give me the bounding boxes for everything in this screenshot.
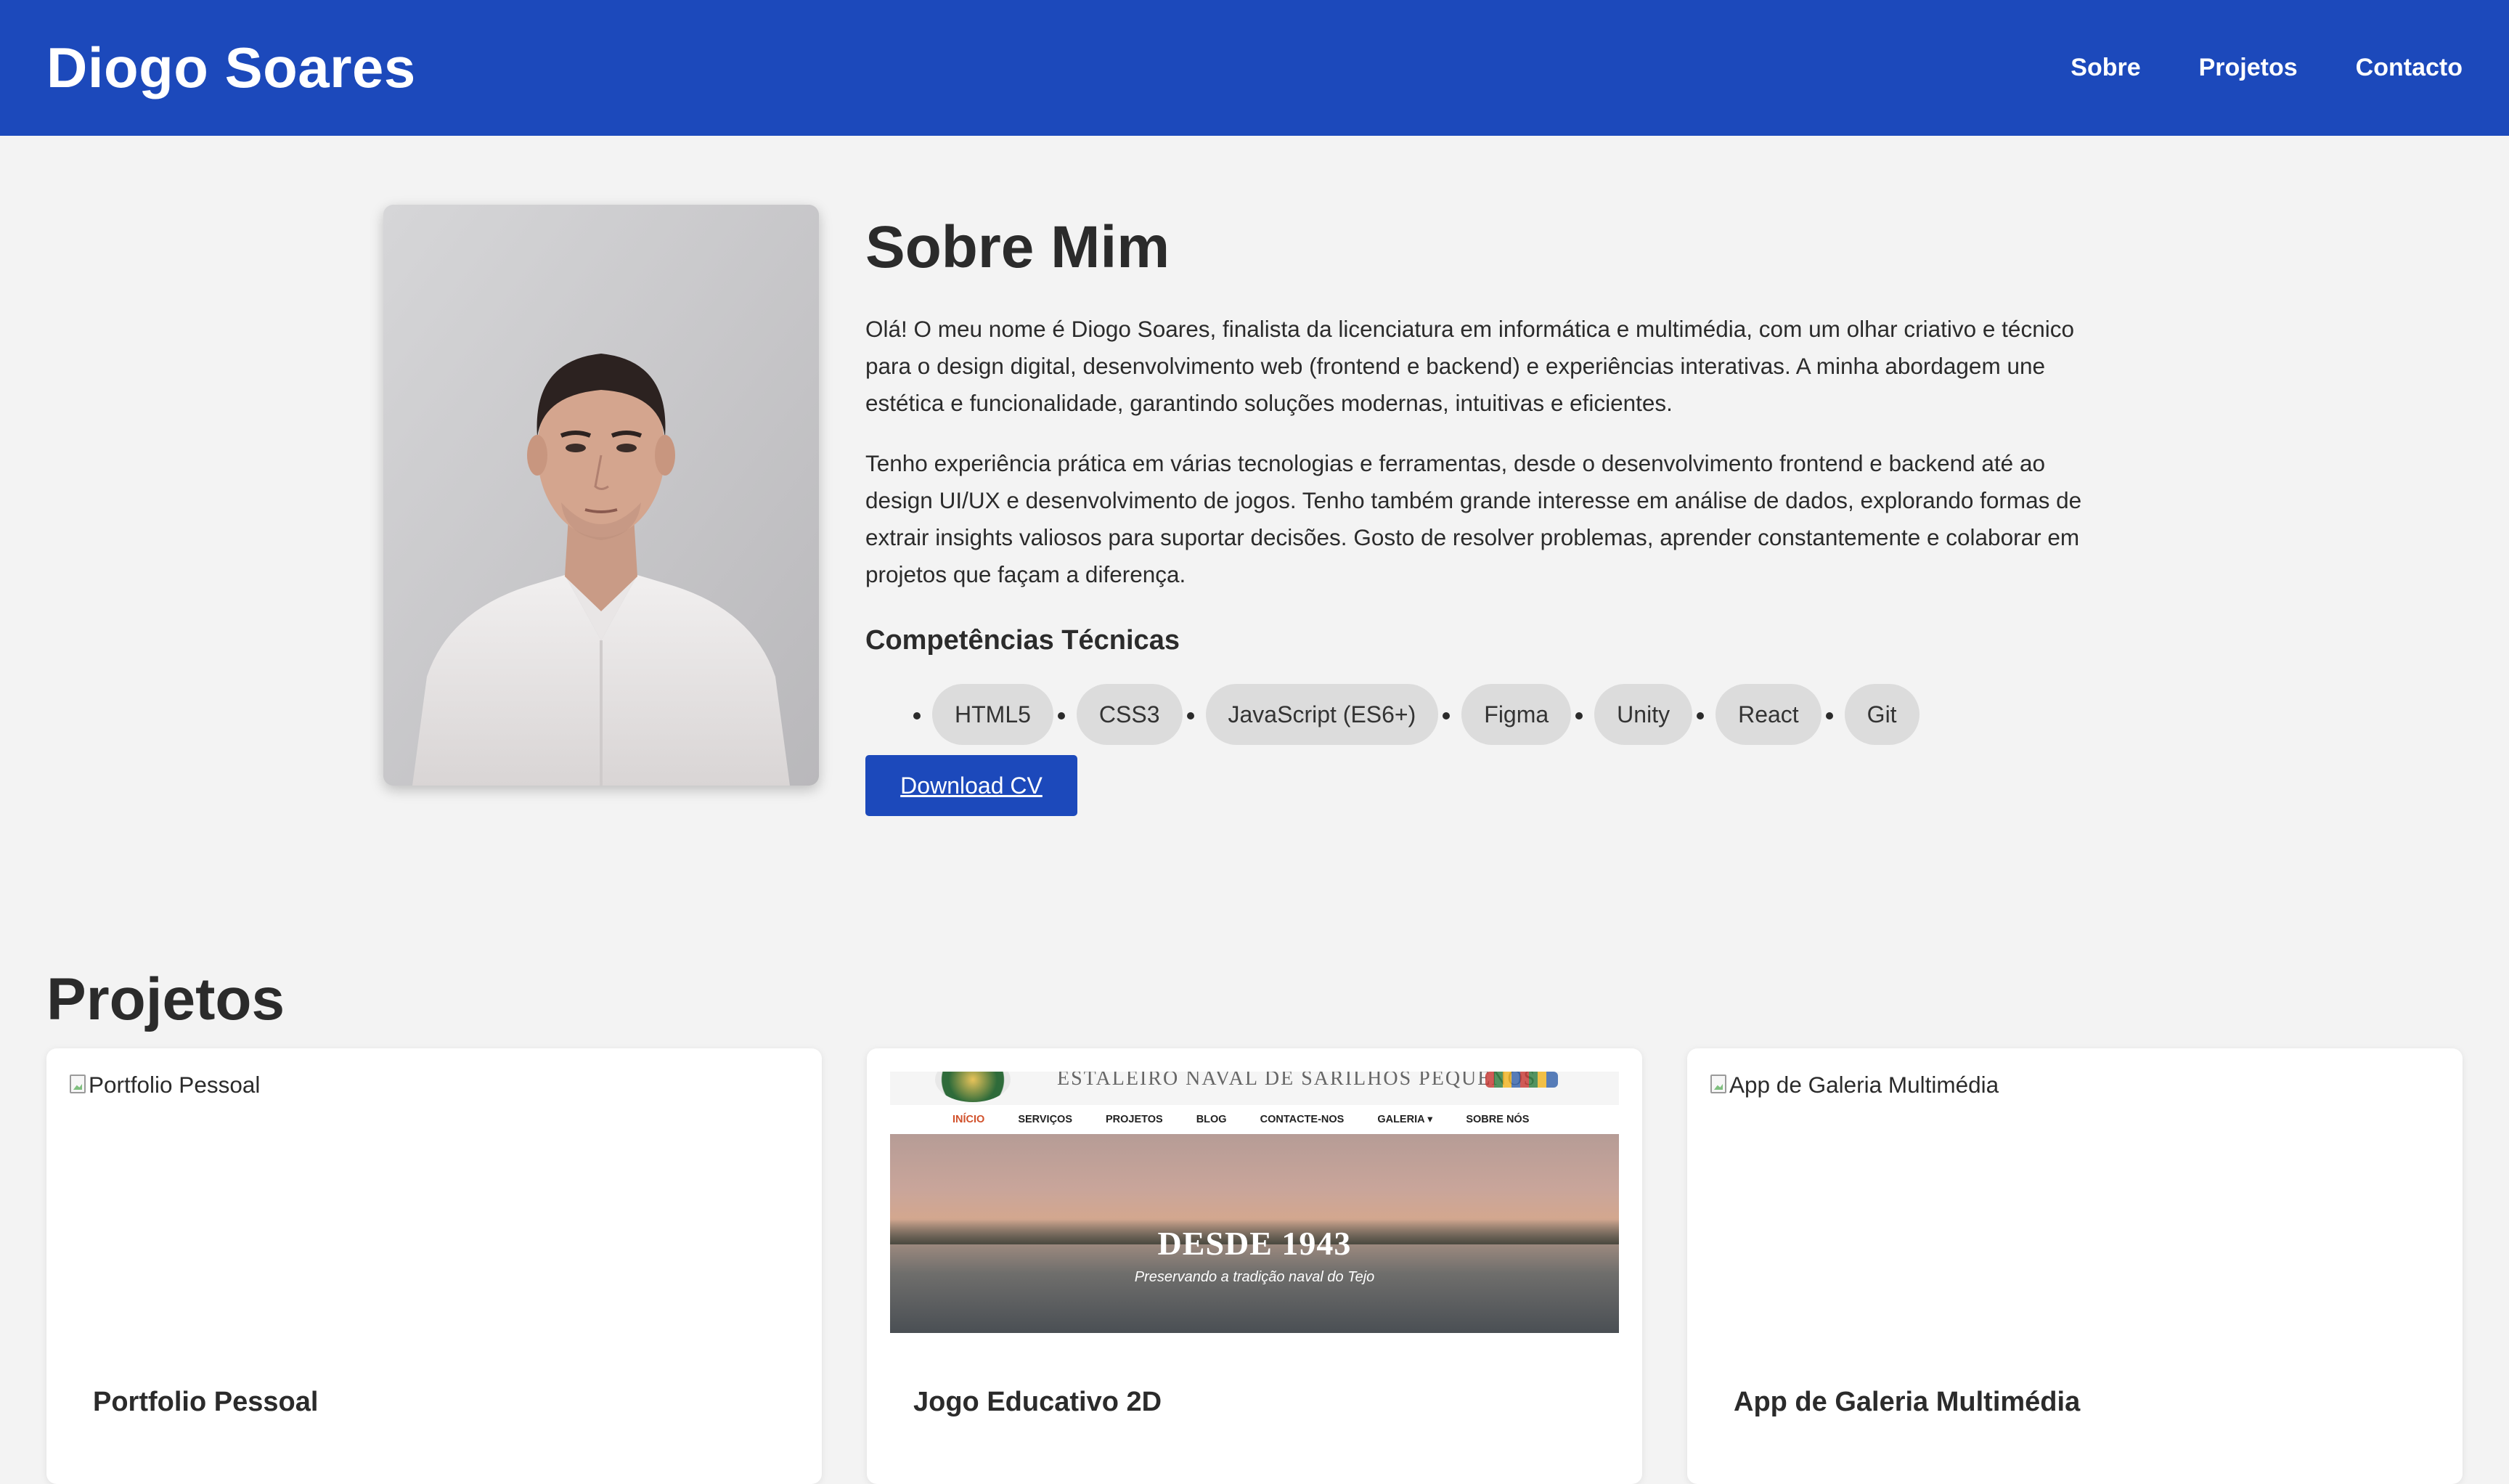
projects-title: Projetos — [46, 966, 285, 1032]
image-alt-text: Portfolio Pessoal — [89, 1072, 261, 1098]
broken-image-icon — [1710, 1075, 1726, 1093]
project-card-title: Jogo Educativo 2D — [913, 1387, 1162, 1417]
image-alt-text: App de Galeria Multimédia — [1729, 1072, 1999, 1098]
project-card-title: App de Galeria Multimédia — [1734, 1387, 2081, 1417]
about-paragraph-1: Olá! O meu nome é Diogo Soares, finalist… — [865, 316, 2074, 417]
about-content: Sobre Mim Olá! O meu nome é Diogo Soares… — [865, 205, 2100, 817]
screenshot-nav-item: BLOG — [1196, 1114, 1227, 1125]
skill-item: HTML5 — [932, 684, 1053, 746]
site-header: Diogo Soares Sobre Projetos Contacto — [0, 0, 2509, 136]
screenshot-hero: DESDE 1943 Preservando a tradição naval … — [890, 1134, 1619, 1333]
project-card-galeria[interactable]: App de Galeria Multimédia App de Galeria… — [1687, 1048, 2463, 1484]
project-screenshot: ESTALEIRO NAVAL DE SARILHOS PEQUENOS INÍ… — [890, 1072, 1619, 1333]
project-card-title: Portfolio Pessoal — [93, 1387, 319, 1417]
screenshot-nav: INÍCIO SERVIÇOS PROJETOS BLOG CONTACTE-N… — [890, 1105, 1619, 1134]
screenshot-nav-item: SOBRE NÓS — [1466, 1114, 1530, 1125]
skill-pill-git: Git — [1844, 684, 1920, 746]
broken-image-icon — [70, 1075, 86, 1093]
screenshot-hero-title: DESDE 1943 — [1157, 1225, 1352, 1262]
profile-photo — [383, 205, 819, 786]
project-card-jogo[interactable]: ESTALEIRO NAVAL DE SARILHOS PEQUENOS INÍ… — [867, 1048, 1642, 1484]
screenshot-nav-item: CONTACTE-NOS — [1260, 1114, 1345, 1125]
nav-link-sobre[interactable]: Sobre — [2071, 54, 2140, 82]
screenshot-banner: ESTALEIRO NAVAL DE SARILHOS PEQUENOS — [1057, 1072, 1537, 1090]
skill-item: Figma — [1461, 684, 1572, 746]
screenshot-hero-subtitle: Preservando a tradição naval do Tejo — [1134, 1269, 1375, 1285]
skill-item: CSS3 — [1076, 684, 1183, 746]
brand-title[interactable]: Diogo Soares — [46, 35, 416, 101]
about-paragraph-2: Tenho experiência prática em várias tecn… — [865, 450, 2082, 588]
skill-pill-react: React — [1715, 684, 1821, 746]
download-cv-button[interactable]: Download CV — [865, 755, 1077, 817]
skill-pill-figma: Figma — [1461, 684, 1572, 746]
project-card-portfolio[interactable]: Portfolio Pessoal Portfolio Pessoal — [46, 1048, 822, 1484]
skill-item: JavaScript (ES6+) — [1205, 684, 1439, 746]
profile-photo-illustration — [383, 205, 819, 786]
skill-item: Git — [1844, 684, 1920, 746]
project-image-broken: Portfolio Pessoal — [70, 1072, 799, 1333]
skill-item: Unity — [1594, 684, 1693, 746]
project-image-broken: App de Galeria Multimédia — [1710, 1072, 2439, 1333]
skills-list: HTML5 CSS3 JavaScript (ES6+) Figma Unity… — [865, 684, 2100, 746]
screenshot-nav-item: PROJETOS — [1106, 1114, 1163, 1125]
about-title: Sobre Mim — [865, 214, 1170, 280]
skills-title: Competências Técnicas — [865, 625, 1180, 656]
skill-pill-unity: Unity — [1594, 684, 1693, 746]
projects-grid: Portfolio Pessoal Portfolio Pessoal ESTA… — [46, 1048, 2463, 1484]
about-section: Sobre Mim Olá! O meu nome é Diogo Soares… — [383, 205, 2126, 858]
screenshot-top-bar: ESTALEIRO NAVAL DE SARILHOS PEQUENOS — [890, 1072, 1619, 1105]
skill-pill-css3: CSS3 — [1076, 684, 1183, 746]
skill-pill-html5: HTML5 — [932, 684, 1053, 746]
screenshot-logo — [935, 1072, 1011, 1102]
screenshot-nav-item: INÍCIO — [952, 1114, 985, 1125]
screenshot-flowers-decoration — [1485, 1072, 1558, 1088]
nav-link-contacto[interactable]: Contacto — [2356, 54, 2463, 82]
screenshot-nav-item: GALERIA ▾ — [1377, 1114, 1433, 1125]
main-nav: Sobre Projetos Contacto — [2012, 54, 2463, 82]
skill-pill-javascript: JavaScript (ES6+) — [1205, 684, 1439, 746]
screenshot-nav-item: SERVIÇOS — [1018, 1114, 1072, 1125]
skill-item: React — [1715, 684, 1821, 746]
nav-link-projetos[interactable]: Projetos — [2199, 54, 2298, 82]
